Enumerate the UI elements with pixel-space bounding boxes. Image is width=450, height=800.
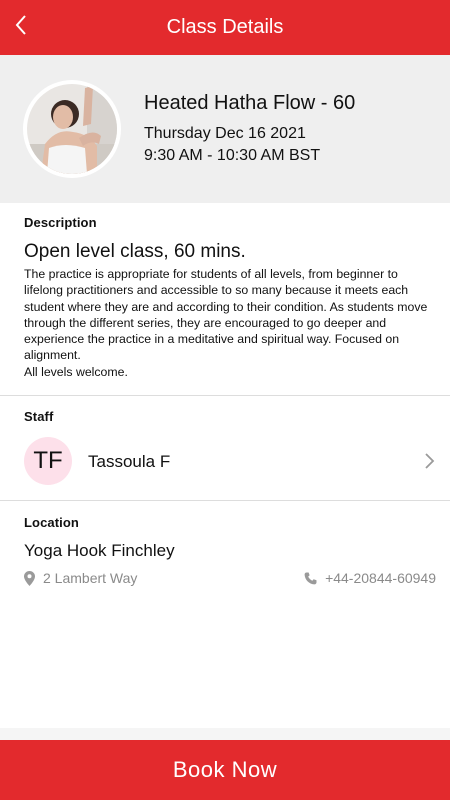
page-title: Class Details [166,16,284,38]
phone-icon [304,572,317,584]
bottom-spacer [0,728,450,740]
location-address: 2 Lambert Way [24,570,137,586]
chevron-right-icon [425,453,435,469]
class-header: Heated Hatha Flow - 60 Thursday Dec 16 2… [0,55,450,203]
book-now-button[interactable]: Book Now [0,740,450,800]
divider [0,395,450,396]
class-date: Thursday Dec 16 2021 [144,125,306,142]
address-text: 2 Lambert Way [43,570,138,586]
class-title: Heated Hatha Flow - 60 [144,92,356,114]
description-label: Description [24,215,97,230]
staff-avatar: TF [24,437,72,485]
divider [0,500,450,501]
instructor-photo [27,84,117,174]
class-time: 9:30 AM - 10:30 AM BST [144,147,321,164]
location-label: Location [24,515,79,530]
location-name: Yoga Hook Finchley [24,541,175,560]
description-heading: Open level class, 60 mins. [24,241,246,262]
staff-row[interactable]: TF Tassoula F [0,432,450,492]
staff-name: Tassoula F [88,452,171,471]
top-app-bar: Class Details [0,0,450,55]
description-body: The practice is appropriate for students… [24,267,428,379]
map-pin-icon [24,570,35,586]
instructor-photo-frame [23,80,121,178]
location-phone[interactable]: +44-20844-60949 [304,570,436,586]
phone-text: +44-20844-60949 [325,570,436,586]
staff-label: Staff [24,409,54,424]
